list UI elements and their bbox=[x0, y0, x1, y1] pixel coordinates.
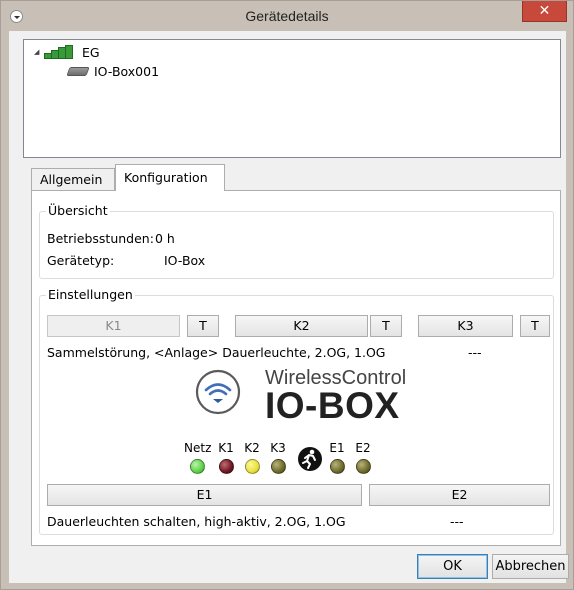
test-k2-button[interactable]: T bbox=[370, 315, 402, 337]
led-k3 bbox=[271, 459, 286, 474]
cancel-button[interactable]: Abbrechen bbox=[492, 554, 569, 579]
test-k1-button[interactable]: T bbox=[187, 315, 219, 337]
configuration-panel: Übersicht Betriebsstunden: 0 h Gerätetyp… bbox=[31, 190, 561, 546]
output-k3-button[interactable]: K3 bbox=[418, 315, 513, 337]
settings-group: Einstellungen K1 T K2 T K3 T Sammelstöru… bbox=[39, 287, 554, 535]
led-e1 bbox=[330, 459, 345, 474]
led-k1 bbox=[219, 459, 234, 474]
input-e2-button[interactable]: E2 bbox=[369, 484, 550, 506]
tree-node-label: EG bbox=[82, 44, 100, 60]
device-tree[interactable]: ◢ EG IO-Box001 bbox=[23, 39, 561, 158]
led-label-netz: Netz bbox=[184, 441, 212, 455]
input-e2-description: --- bbox=[450, 514, 464, 529]
led-label-e2: E2 bbox=[355, 441, 371, 455]
led-netz bbox=[190, 459, 205, 474]
output-k2-button[interactable]: K2 bbox=[235, 315, 368, 337]
led-label-k1: K1 bbox=[218, 441, 234, 455]
device-type-label: Gerätetyp: bbox=[47, 253, 115, 268]
device-type-value: IO-Box bbox=[164, 253, 206, 268]
tree-node-eg[interactable]: ◢ EG bbox=[34, 43, 100, 61]
title-bar: Gerätedetails ✕ bbox=[1, 1, 573, 31]
ok-button[interactable]: OK bbox=[417, 554, 488, 579]
output-k3-description: --- bbox=[468, 345, 482, 360]
overview-title: Übersicht bbox=[46, 203, 110, 219]
output-k1-button[interactable]: K1 bbox=[47, 315, 180, 337]
window-title: Gerätedetails bbox=[245, 8, 329, 24]
led-label-k2: K2 bbox=[244, 441, 260, 455]
tree-node-io-box[interactable]: IO-Box001 bbox=[66, 62, 159, 80]
expand-toggle-icon[interactable]: ◢ bbox=[34, 48, 44, 56]
close-button[interactable]: ✕ bbox=[522, 1, 567, 22]
device-details-dialog: Gerätedetails ✕ ◢ EG IO-Box001 Allgemein… bbox=[0, 0, 574, 590]
io-box-device-icon bbox=[66, 64, 90, 78]
tab-allgemein[interactable]: Allgemein bbox=[31, 168, 115, 191]
tree-node-label: IO-Box001 bbox=[94, 63, 160, 79]
led-k2 bbox=[245, 459, 260, 474]
operating-hours-value: 0 h bbox=[155, 231, 175, 246]
settings-title: Einstellungen bbox=[46, 287, 135, 303]
tab-konfiguration[interactable]: Konfiguration bbox=[115, 164, 225, 191]
logo-product-text: IO-BOX bbox=[265, 385, 400, 426]
building-floor-icon bbox=[44, 45, 78, 59]
wireless-logo-icon bbox=[195, 369, 241, 415]
inputs-description: Dauerleuchten schalten, high-aktiv, 2.OG… bbox=[47, 514, 346, 529]
led-label-k3: K3 bbox=[270, 441, 286, 455]
test-k3-button[interactable]: T bbox=[520, 315, 550, 337]
input-e1-button[interactable]: E1 bbox=[47, 484, 362, 506]
operating-hours-label: Betriebsstunden: bbox=[47, 231, 154, 246]
led-label-e1: E1 bbox=[329, 441, 345, 455]
led-e2 bbox=[356, 459, 371, 474]
emergency-exit-icon bbox=[298, 447, 322, 471]
overview-group: Übersicht Betriebsstunden: 0 h Gerätetyp… bbox=[39, 203, 554, 279]
outputs-description: Sammelstörung, <Anlage> Dauerleuchte, 2.… bbox=[47, 345, 386, 360]
